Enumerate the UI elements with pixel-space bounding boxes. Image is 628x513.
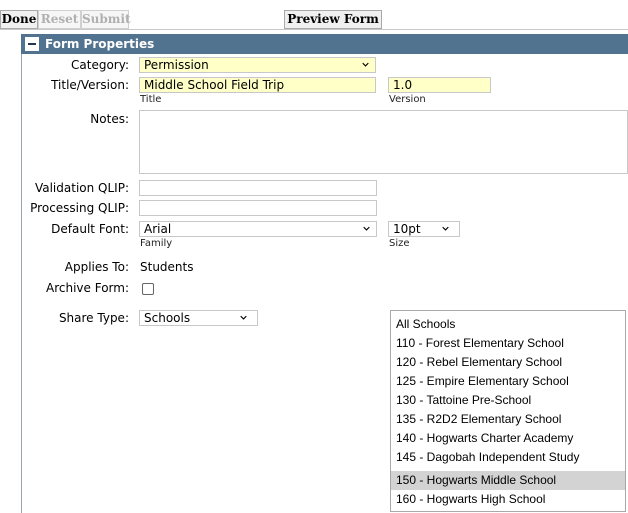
archive-form-label: Archive Form:	[46, 281, 129, 295]
font-family-select[interactable]: Arial	[139, 221, 377, 237]
version-sublabel: Version	[389, 94, 426, 105]
category-value: Permission	[144, 58, 209, 72]
title-sublabel: Title	[140, 94, 162, 105]
font-family-value: Arial	[144, 222, 172, 236]
version-value: 1.0	[393, 78, 413, 92]
font-size-select[interactable]: 10pt	[388, 221, 460, 237]
toolbar-divider	[0, 29, 628, 30]
form-properties-header: Form Properties	[21, 34, 628, 54]
notes-textarea[interactable]	[139, 110, 628, 174]
collapse-minus-icon[interactable]	[25, 37, 39, 51]
share-type-value: Schools	[144, 311, 191, 325]
title-version-label: Title/Version:	[51, 78, 129, 92]
validation-qlip-input[interactable]	[139, 180, 377, 196]
processing-qlip-input[interactable]	[139, 200, 377, 216]
chevron-down-icon	[442, 226, 449, 231]
submit-button[interactable]: Submit	[81, 10, 131, 29]
font-size-sublabel: Size	[389, 238, 410, 249]
section-title: Form Properties	[45, 37, 155, 51]
school-option[interactable]: 140 - Hogwarts Charter Academy	[391, 429, 625, 448]
validation-qlip-label: Validation QLIP:	[34, 181, 129, 195]
preview-form-button[interactable]: Preview Form	[284, 10, 382, 29]
font-size-value: 10pt	[393, 222, 421, 236]
done-button[interactable]: Done	[0, 10, 38, 29]
notes-label: Notes:	[90, 112, 129, 126]
school-option[interactable]: 135 - R2D2 Elementary School	[391, 410, 625, 429]
chevron-down-icon	[362, 62, 369, 67]
school-option[interactable]: 120 - Rebel Elementary School	[391, 353, 625, 372]
chevron-down-icon	[240, 315, 247, 320]
applies-to-label: Applies To:	[64, 260, 129, 274]
school-option[interactable]: 125 - Empire Elementary School	[391, 372, 625, 391]
school-option[interactable]: 110 - Forest Elementary School	[391, 334, 625, 353]
category-select[interactable]: Permission	[139, 57, 376, 73]
toolbar: Done Reset Submit Preview Form	[0, 0, 628, 30]
default-font-label: Default Font:	[51, 222, 129, 236]
title-value: Middle School Field Trip	[144, 78, 285, 92]
category-label: Category:	[71, 58, 129, 72]
archive-form-checkbox[interactable]	[142, 283, 154, 295]
share-type-select[interactable]: Schools	[139, 310, 258, 326]
school-option[interactable]: 130 - Tattoine Pre-School	[391, 391, 625, 410]
school-option[interactable]: 160 - Hogwarts High School	[391, 490, 625, 509]
title-input[interactable]: Middle School Field Trip	[139, 77, 376, 93]
school-option-all[interactable]: All Schools	[391, 315, 625, 334]
school-option-selected[interactable]: 150 - Hogwarts Middle School	[391, 471, 625, 490]
section-left-border	[21, 34, 22, 513]
applies-to-value: Students	[140, 260, 194, 274]
font-family-sublabel: Family	[140, 238, 173, 249]
share-type-label: Share Type:	[58, 311, 129, 325]
chevron-down-icon	[363, 226, 370, 231]
version-input[interactable]: 1.0	[388, 77, 491, 93]
processing-qlip-label: Processing QLIP:	[30, 201, 129, 215]
school-option[interactable]: 145 - Dagobah Independent Study	[391, 448, 625, 467]
reset-button[interactable]: Reset	[38, 10, 81, 29]
schools-listbox[interactable]: All Schools 110 - Forest Elementary Scho…	[390, 310, 626, 512]
